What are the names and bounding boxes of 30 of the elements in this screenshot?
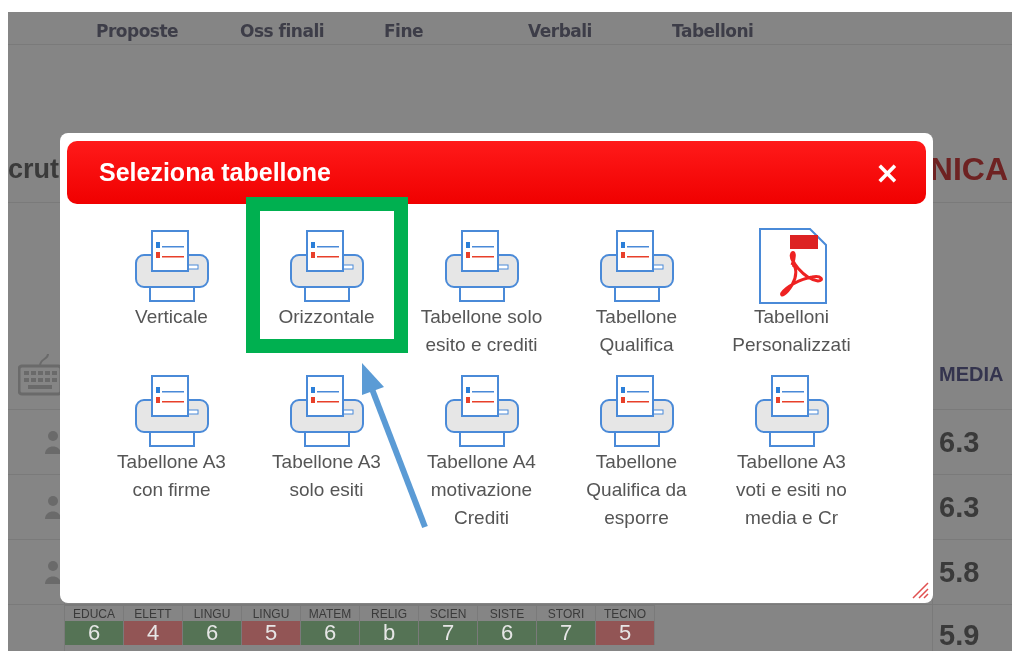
grade-cell: 6 bbox=[301, 621, 359, 645]
person-icon bbox=[44, 430, 62, 454]
resize-grip-icon[interactable] bbox=[911, 581, 929, 599]
table-cell: 5.9 bbox=[932, 605, 1012, 651]
grade-cell: 7 bbox=[419, 621, 477, 645]
option-label[interactable]: Tabellone Qualifica da esporre bbox=[565, 448, 708, 532]
grade-cell: 6 bbox=[478, 621, 536, 645]
option-label[interactable]: Tabellone A3 voti e esiti no media e Cr bbox=[720, 448, 863, 532]
grade-cell: 4 bbox=[124, 621, 182, 645]
option-label[interactable]: Tabellone solo esito e crediti bbox=[410, 303, 553, 359]
page-title: crut bbox=[8, 153, 59, 185]
close-button[interactable]: × bbox=[870, 157, 904, 188]
person-icon bbox=[44, 560, 62, 584]
grade-cell: 7 bbox=[537, 621, 595, 645]
option-label[interactable]: Tabellone A3 con firme bbox=[100, 448, 243, 504]
option-label[interactable]: Tabelloni Personalizzati bbox=[720, 303, 863, 359]
person-icon bbox=[44, 495, 62, 519]
option-label[interactable]: Orizzontale bbox=[278, 303, 375, 331]
dialog-title: Seleziona tabellone bbox=[99, 158, 331, 187]
grade-cell: 5 bbox=[242, 621, 300, 645]
option-label[interactable]: Tabellone A3 solo esiti bbox=[255, 448, 398, 504]
option-label[interactable]: Tabellone A4 motivazione Crediti bbox=[410, 448, 553, 532]
grade-cell: 6 bbox=[65, 621, 123, 645]
keyboard-icon bbox=[18, 352, 62, 396]
grade-cell: 6 bbox=[183, 621, 241, 645]
option-label[interactable]: Verticale bbox=[135, 303, 208, 331]
grade-cell: b bbox=[360, 621, 418, 645]
option-label[interactable]: Tabellone Qualifica bbox=[565, 303, 708, 359]
page-title: NICA bbox=[929, 150, 1008, 188]
grade-cell: 5 bbox=[596, 621, 654, 645]
